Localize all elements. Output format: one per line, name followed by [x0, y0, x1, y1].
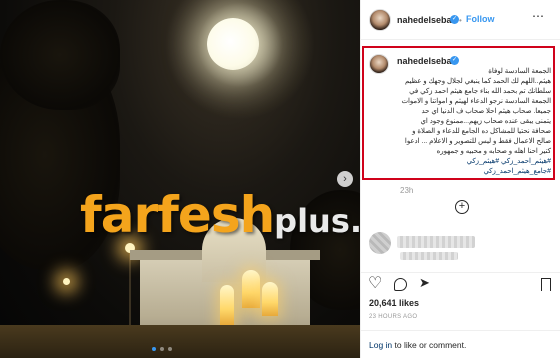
lamp-post	[129, 252, 131, 332]
bookmark-icon[interactable]	[541, 278, 551, 291]
caption-line: كتير احنا اهله و صحابه و محبيه و جمهوره	[436, 148, 551, 155]
mosque-window	[262, 282, 278, 316]
hashtag-link[interactable]: #هيثم_زكي	[467, 158, 499, 165]
avatar[interactable]	[369, 54, 389, 74]
avatar[interactable]	[369, 9, 391, 31]
caption-hashtags: #هيثم_احمد_زكي #هيثم_زكي	[388, 157, 551, 167]
login-prompt: Log in to like or comment.	[369, 340, 466, 350]
divider	[361, 330, 560, 331]
caption-text: الجمعة السادسة لوفاة هيثم..اللهم لك الحم…	[388, 67, 551, 177]
blurred-comment	[400, 252, 458, 260]
verified-badge-icon: ✓	[450, 15, 459, 24]
chevron-right-icon: ›	[343, 173, 347, 185]
add-icon[interactable]: +	[455, 200, 469, 214]
caption-line: الجمعة السادسة لوفاة	[488, 68, 551, 75]
caption-line: صالح الاعمال فقط و ليس للتصوير و الاعلام…	[404, 138, 551, 145]
moon	[207, 18, 259, 70]
mosque-window	[242, 270, 260, 308]
hashtag-link[interactable]: #جامع_هيثم_احمد_زكي	[483, 168, 551, 175]
more-options-icon[interactable]: ⋯	[532, 10, 544, 22]
heart-icon[interactable]: ♡	[368, 276, 382, 292]
watermark-main: farfesh	[80, 186, 275, 244]
blurred-comment	[397, 236, 475, 248]
post-photo[interactable]: farfeshplus.com ›	[0, 0, 360, 358]
comment-icon[interactable]	[394, 278, 407, 291]
verified-badge-icon: ✓	[450, 56, 459, 65]
caption-username[interactable]: nahedelsebai	[397, 56, 454, 66]
carousel-indicator	[152, 347, 172, 351]
tree-top-left	[0, 0, 120, 110]
mosque-door	[220, 285, 234, 325]
caption-line: صحافة نحتيا للمشاكل ده الجامع للدعاء و ا…	[412, 128, 551, 135]
site-watermark: farfeshplus.com	[80, 190, 360, 240]
caption-line: يتمنى يبقى عنده صحاب زيهم...ممنوع وجود ا…	[420, 118, 551, 125]
caption-line: سلطانك تم بحمد الله بناء جامع هيثم احمد …	[409, 88, 551, 95]
username[interactable]: nahedelsebai	[397, 15, 454, 25]
hashtag-link[interactable]: #هيثم_احمد_زكي	[501, 158, 551, 165]
divider	[361, 272, 560, 273]
caption-hashtags: #جامع_هيثم_احمد_زكي	[388, 167, 551, 177]
blurred-avatar	[369, 232, 391, 254]
likes-count[interactable]: 20,641 likes	[369, 298, 419, 308]
watermark-suffix: plus.com	[274, 202, 360, 240]
caption-line: الجمعة السادسة نرجو الدعاء لهيثم و اموات…	[401, 98, 551, 105]
carousel-dot	[168, 347, 172, 351]
share-icon[interactable]: ➤	[419, 276, 430, 289]
street-lamp-far	[63, 278, 70, 285]
caption-line: هيثم..اللهم لك الحمد كما ينبغي لجلال وجه…	[404, 78, 551, 85]
login-prompt-text: to like or comment.	[392, 340, 467, 350]
carousel-dot	[160, 347, 164, 351]
next-photo-button[interactable]: ›	[337, 171, 353, 187]
comment-time: 23h	[400, 186, 414, 195]
login-link[interactable]: Log in	[369, 340, 392, 350]
caption-line: جميعا. صحاب هيثم احلا صحاب ف الدنيا اي ح…	[421, 108, 551, 115]
header-separator: •	[459, 16, 462, 25]
follow-button[interactable]: Follow	[466, 14, 495, 24]
ground	[0, 325, 360, 358]
post-timestamp: 23 HOURS AGO	[369, 314, 418, 320]
carousel-dot	[152, 347, 156, 351]
